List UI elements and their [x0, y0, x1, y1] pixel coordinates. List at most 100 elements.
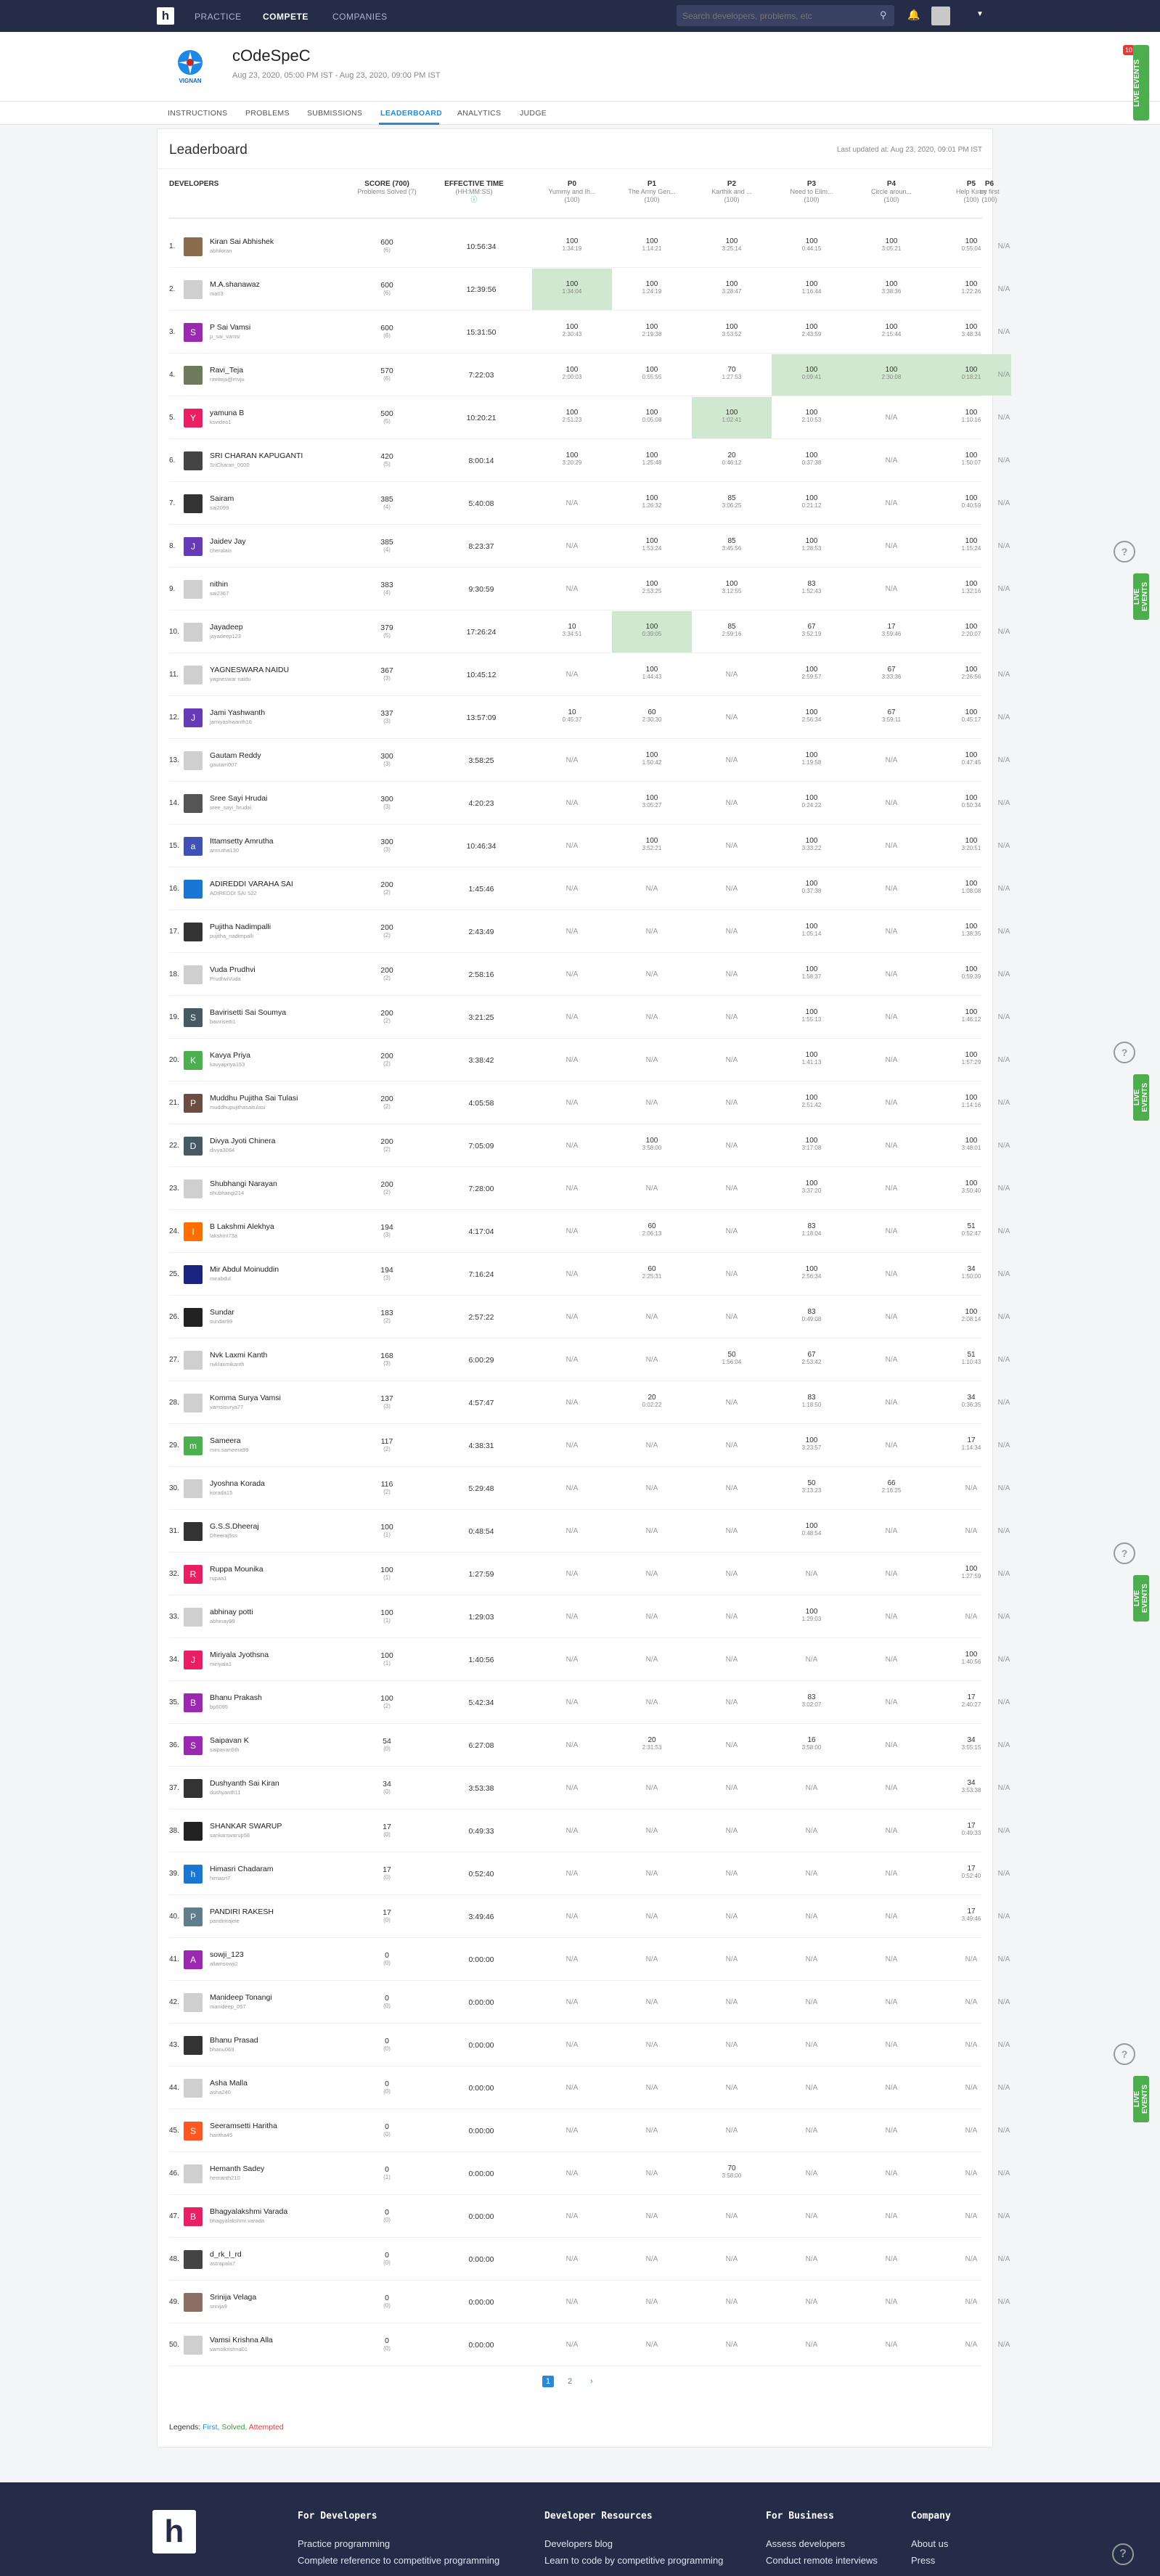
help-icon[interactable]: ?	[1114, 1542, 1135, 1564]
problem-score-cell[interactable]: 100 3:17:08	[772, 1125, 851, 1166]
avatar[interactable]	[184, 2336, 203, 2355]
problem-score-cell[interactable]: 100 1:55:13	[772, 997, 851, 1038]
next-page-button[interactable]: ›	[586, 2376, 597, 2387]
username[interactable]: vamsikrishna01	[210, 2346, 248, 2352]
problem-score-cell[interactable]: 100 2:51:23	[532, 397, 612, 438]
developer-name[interactable]: d_rk_l_rd	[210, 2250, 242, 2259]
developer-name[interactable]: Bhanu Prakash	[210, 1693, 262, 1702]
username[interactable]: sai2099	[210, 504, 229, 511]
hackerearth-logo[interactable]: h	[157, 7, 174, 25]
problem-score-cell[interactable]: 100 1:19:58	[772, 740, 851, 781]
username[interactable]: miriyala1	[210, 1661, 232, 1667]
avatar[interactable]	[184, 794, 203, 813]
problem-score-cell[interactable]: 100 1:24:19	[612, 269, 692, 310]
col-time[interactable]: EFFECTIVE TIME (HH:MM:SS) ⓘ	[430, 180, 518, 204]
developer-name[interactable]: Asha Malla	[210, 2079, 248, 2088]
problem-score-cell[interactable]: 100 2:56:34	[772, 697, 851, 738]
problem-header[interactable]: P3 Need to Elim... (100)	[786, 180, 837, 204]
developer-name[interactable]: Dushyanth Sai Kiran	[210, 1779, 279, 1788]
avatar[interactable]	[184, 2250, 203, 2269]
avatar[interactable]	[184, 923, 203, 941]
problem-score-cell[interactable]: 100 2:59:57	[772, 654, 851, 695]
developer-name[interactable]: YAGNESWARA NAIDU	[210, 666, 289, 674]
username[interactable]: muddhupujithasaitulasi	[210, 1104, 265, 1111]
username[interactable]: Dheeraj5ss	[210, 1532, 237, 1539]
problem-score-cell[interactable]: 100 0:21:12	[772, 483, 851, 524]
developer-name[interactable]: Komma Surya Vamsi	[210, 1394, 281, 1402]
problem-score-cell[interactable]: 100 0:37:38	[772, 440, 851, 481]
problem-score-cell[interactable]: 100 3:20:29	[532, 440, 612, 481]
username[interactable]: sundar99	[210, 1318, 232, 1325]
search-input[interactable]	[677, 5, 894, 26]
developer-name[interactable]: M.A.shanawaz	[210, 280, 260, 289]
username[interactable]: lakshmi73a	[210, 1232, 237, 1239]
avatar[interactable]	[184, 1265, 203, 1284]
footer-link[interactable]: Press	[911, 2555, 935, 2566]
help-icon[interactable]: ?	[1112, 2543, 1134, 2565]
avatar[interactable]	[184, 2164, 203, 2183]
footer-logo[interactable]: h	[152, 2510, 196, 2553]
problem-score-cell[interactable]: 100 1:14:21	[612, 226, 692, 267]
avatar[interactable]	[184, 1993, 203, 2012]
username[interactable]: jamiyashwanth16	[210, 719, 252, 725]
username[interactable]: yagneswar naidu	[210, 676, 251, 682]
page-button[interactable]: 1	[542, 2376, 554, 2387]
developer-name[interactable]: Jyoshna Korada	[210, 1479, 265, 1488]
problem-score-cell[interactable]: 100 2:30:08	[851, 354, 931, 396]
avatar[interactable]: D	[184, 1137, 203, 1156]
user-avatar[interactable]	[931, 7, 950, 25]
username[interactable]: divya3084	[210, 1147, 234, 1153]
problem-score-cell[interactable]: 100 2:00:03	[532, 354, 612, 396]
tab-submissions[interactable]: SUBMISSIONS	[307, 109, 362, 118]
tab-judge[interactable]: JUDGE	[520, 109, 547, 118]
username[interactable]: asha240	[210, 2089, 231, 2095]
avatar[interactable]: S	[184, 1736, 203, 1755]
avatar[interactable]: a	[184, 837, 203, 856]
page-button[interactable]: 2	[564, 2376, 576, 2387]
avatar[interactable]: Y	[184, 409, 203, 428]
avatar[interactable]: R	[184, 1565, 203, 1584]
live-events-tab[interactable]: LIVE EVENTS	[1133, 1074, 1149, 1121]
username[interactable]: kavyapriya153	[210, 1061, 245, 1068]
problem-score-cell[interactable]: 100 0:39:05	[612, 611, 692, 653]
avatar[interactable]: m	[184, 1436, 203, 1455]
problem-score-cell[interactable]: 100 0:24:22	[772, 782, 851, 824]
footer-link[interactable]: Assess developers	[766, 2538, 845, 2549]
developer-name[interactable]: Vamsi Krishna Alla	[210, 2336, 273, 2344]
developer-name[interactable]: Mir Abdul Moinuddin	[210, 1265, 279, 1274]
chevron-down-icon[interactable]: ▼	[976, 10, 984, 18]
problem-score-cell[interactable]: 100 1:58:37	[772, 954, 851, 995]
developer-name[interactable]: Seeramsetti Haritha	[210, 2122, 277, 2130]
avatar[interactable]	[184, 280, 203, 299]
live-events-tab[interactable]: LIVE EVENTS	[1133, 1575, 1149, 1622]
username[interactable]: korada15	[210, 1489, 232, 1496]
problem-header[interactable]: P6 try first (100)	[975, 180, 1004, 204]
footer-link[interactable]: Complete reference to competitive progra…	[298, 2555, 499, 2566]
avatar[interactable]	[184, 1479, 203, 1498]
problem-score-cell[interactable]: 100 0:48:54	[772, 1510, 851, 1552]
problem-score-cell[interactable]: 100 1:16:44	[772, 269, 851, 310]
avatar[interactable]	[184, 1179, 203, 1198]
username[interactable]: manideep_057	[210, 2003, 246, 2010]
problem-score-cell[interactable]: 17 3:59:46	[851, 611, 931, 653]
problem-score-cell[interactable]: 100 3:05:21	[851, 226, 931, 267]
help-icon[interactable]: ?	[1114, 541, 1135, 563]
avatar[interactable]	[184, 1522, 203, 1541]
developer-name[interactable]: Saipavan K	[210, 1736, 249, 1745]
problem-score-cell[interactable]: 100 1:50:42	[612, 740, 692, 781]
bell-icon[interactable]: 🔔	[907, 9, 920, 21]
problem-score-cell[interactable]: 100 1:25:48	[612, 440, 692, 481]
username[interactable]: p_sai_vamsi	[210, 333, 240, 340]
developer-name[interactable]: Ruppa Mounika	[210, 1565, 264, 1574]
username[interactable]: sai2367	[210, 590, 229, 597]
developer-name[interactable]: Nvk Laxmi Kanth	[210, 1351, 267, 1359]
username[interactable]: pujitha_nadimpalli	[210, 933, 253, 939]
problem-score-cell[interactable]: 100 1:05:14	[772, 911, 851, 952]
developer-name[interactable]: Himasri Chadaram	[210, 1865, 274, 1873]
avatar[interactable]: h	[184, 1865, 203, 1884]
developer-name[interactable]: Shubhangi Narayan	[210, 1179, 277, 1188]
username[interactable]: pandirirajeie	[210, 1918, 240, 1924]
avatar[interactable]: J	[184, 1651, 203, 1669]
problem-header[interactable]: P0 Yummy and Ih... (100)	[547, 180, 597, 204]
problem-score-cell[interactable]: 100 3:38:36	[851, 269, 931, 310]
